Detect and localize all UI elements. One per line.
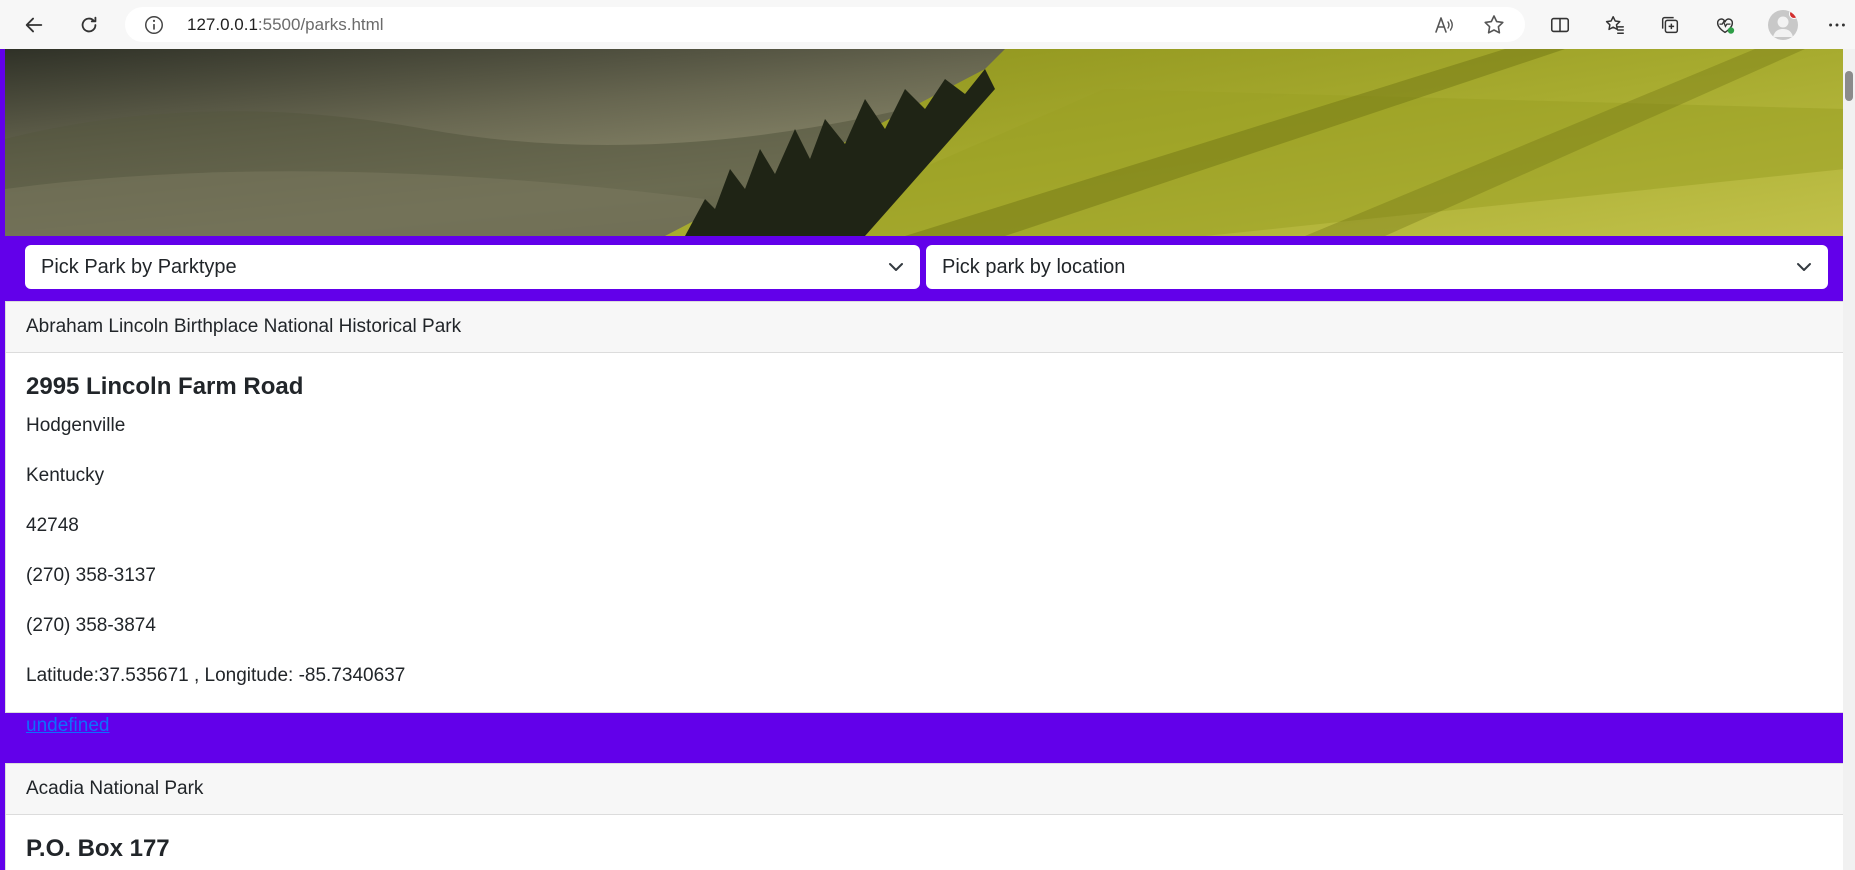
chevron-down-icon bbox=[1797, 263, 1811, 271]
notification-dot bbox=[1789, 10, 1798, 19]
profile-avatar[interactable] bbox=[1768, 10, 1798, 40]
hero-image bbox=[5, 49, 1845, 236]
filter-bar: Pick Park by Parktype Pick park by locat… bbox=[5, 236, 1845, 300]
scrollbar-thumb[interactable] bbox=[1845, 71, 1853, 101]
park-coordinates: Latitude:37.535671 , Longitude: -85.7340… bbox=[26, 665, 406, 686]
park-name-header: Abraham Lincoln Birthplace National Hist… bbox=[6, 302, 1844, 353]
browser-toolbar: 127.0.0.1:5500/parks.html bbox=[0, 0, 1855, 49]
more-menu-icon[interactable] bbox=[1822, 10, 1852, 40]
park-website-link[interactable]: undefined bbox=[26, 715, 109, 736]
url-host: 127.0.0.1 bbox=[187, 15, 258, 34]
page-scrollbar[interactable] bbox=[1843, 49, 1855, 870]
location-select-value: Pick park by location bbox=[942, 256, 1126, 278]
page-viewport: Pick Park by Parktype Pick park by locat… bbox=[0, 49, 1855, 870]
chevron-down-icon bbox=[889, 263, 903, 271]
favorites-icon[interactable] bbox=[1600, 10, 1630, 40]
favorite-star-icon[interactable] bbox=[1482, 13, 1506, 37]
location-select[interactable]: Pick park by location bbox=[926, 245, 1828, 289]
park-address: P.O. Box 177 bbox=[26, 835, 170, 862]
park-zip: 42748 bbox=[26, 515, 79, 536]
park-card-body: P.O. Box 177 bbox=[6, 815, 1844, 863]
address-bar[interactable]: 127.0.0.1:5500/parks.html bbox=[125, 7, 1525, 42]
park-city: Hodgenville bbox=[26, 415, 126, 436]
park-card: Acadia National Park P.O. Box 177 bbox=[5, 763, 1845, 870]
park-fax: (270) 358-3874 bbox=[26, 615, 156, 636]
browser-essentials-icon[interactable] bbox=[1710, 10, 1740, 40]
park-card-body: 2995 Lincoln Farm Road Hodgenville Kentu… bbox=[6, 353, 1844, 737]
url-path: :5500/parks.html bbox=[257, 15, 384, 34]
site-info-icon[interactable] bbox=[143, 14, 165, 36]
park-state: Kentucky bbox=[26, 465, 105, 486]
park-name-header: Acadia National Park bbox=[6, 764, 1844, 815]
park-phone: (270) 358-3137 bbox=[26, 565, 156, 586]
url-text: 127.0.0.1:5500/parks.html bbox=[187, 15, 384, 35]
split-screen-icon[interactable] bbox=[1545, 10, 1575, 40]
parktype-select[interactable]: Pick Park by Parktype bbox=[25, 245, 920, 289]
refresh-icon[interactable] bbox=[74, 10, 104, 40]
back-arrow-icon[interactable] bbox=[19, 10, 49, 40]
parktype-select-value: Pick Park by Parktype bbox=[41, 256, 237, 278]
collections-icon[interactable] bbox=[1655, 10, 1685, 40]
read-aloud-icon[interactable] bbox=[1432, 13, 1456, 37]
park-card: Abraham Lincoln Birthplace National Hist… bbox=[5, 301, 1845, 736]
park-address: 2995 Lincoln Farm Road bbox=[26, 373, 304, 400]
